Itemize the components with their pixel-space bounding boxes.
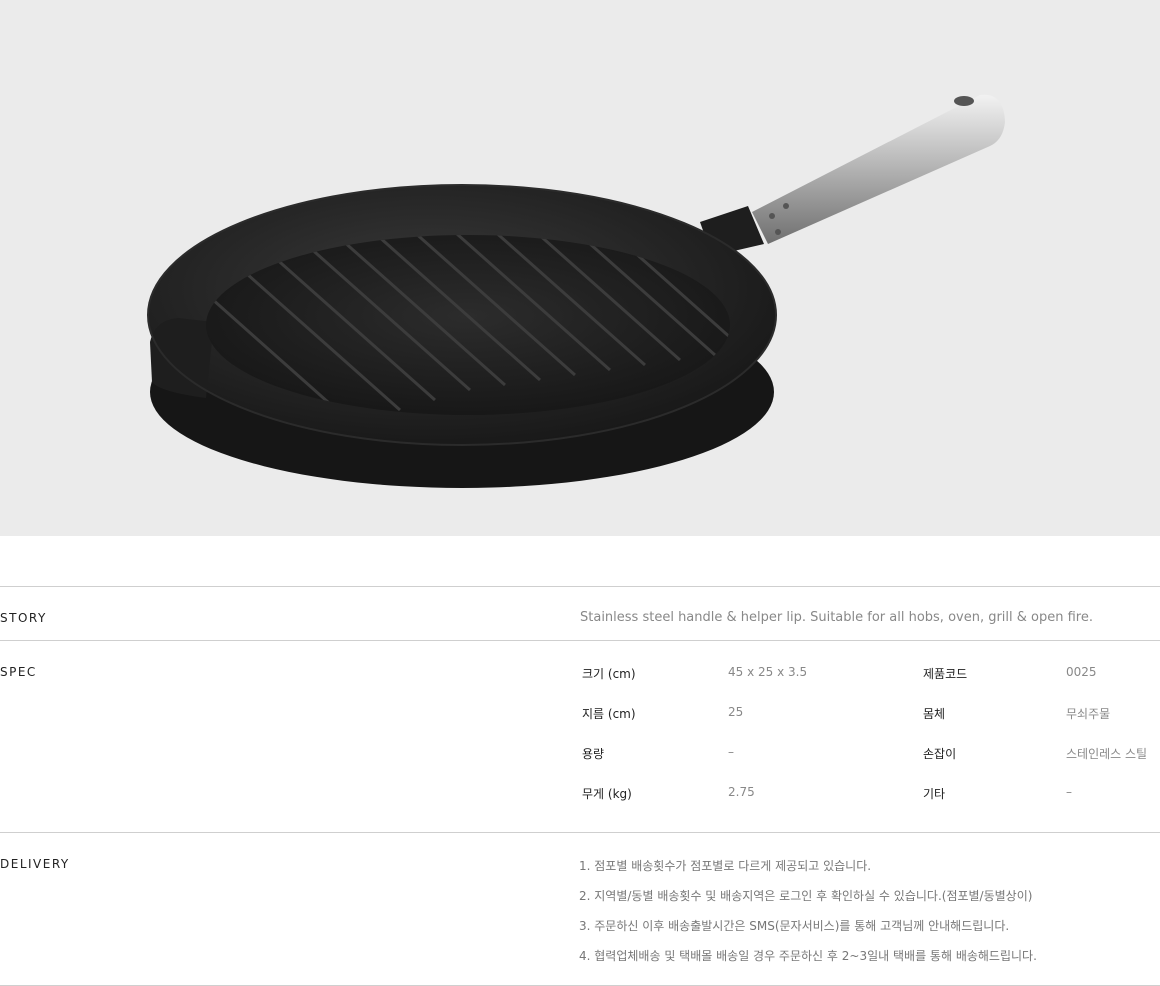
delivery-item: 4. 협력업체배송 및 택배몰 배송일 경우 주문하신 후 2~3일내 택배를 … — [579, 949, 1037, 963]
spec-value: – — [1066, 785, 1072, 799]
spec-value: – — [728, 745, 734, 759]
story-section: STORY Stainless steel handle & helper li… — [0, 586, 1160, 641]
hang-hole — [954, 96, 974, 106]
spec-key: 기타 — [923, 787, 946, 801]
spec-key: 몸체 — [923, 707, 946, 721]
spec-value: 0025 — [1066, 665, 1097, 679]
delivery-section: DELIVERY 1. 점포별 배송횟수가 점포별로 다르게 제공되고 있습니다… — [0, 832, 1160, 986]
helper-lip — [150, 318, 214, 398]
delivery-item: 2. 지역별/동별 배송횟수 및 배송지역은 로그인 후 확인하실 수 있습니다… — [579, 889, 1033, 903]
delivery-label: DELIVERY — [0, 857, 70, 871]
grill-pan-illustration — [147, 94, 1005, 488]
spec-value: 45 x 25 x 3.5 — [728, 665, 808, 679]
spec-section: SPEC 크기 (cm) 45 x 25 x 3.5 제품코드 0025 지름 … — [0, 640, 1160, 833]
spec-key: 용량 — [582, 747, 605, 761]
spec-value: 2.75 — [728, 785, 755, 799]
spec-key: 제품코드 — [923, 667, 968, 681]
spec-key: 무게 (kg) — [582, 787, 632, 801]
spec-key: 손잡이 — [923, 747, 957, 761]
spec-label: SPEC — [0, 665, 37, 679]
product-image — [0, 0, 1160, 536]
steel-handle — [752, 94, 1005, 245]
story-label: STORY — [0, 611, 47, 625]
story-text: Stainless steel handle & helper lip. Sui… — [580, 610, 1093, 625]
spec-key: 지름 (cm) — [582, 707, 636, 721]
delivery-item: 3. 주문하신 이후 배송출발시간은 SMS(문자서비스)를 통해 고객님께 안… — [579, 919, 1010, 933]
spec-value: 스테인레스 스틸 — [1066, 747, 1148, 761]
spec-key: 크기 (cm) — [582, 667, 636, 681]
spec-value: 25 — [728, 705, 744, 719]
delivery-item: 1. 점포별 배송횟수가 점포별로 다르게 제공되고 있습니다. — [579, 859, 872, 873]
spec-value: 무쇠주물 — [1066, 707, 1111, 721]
